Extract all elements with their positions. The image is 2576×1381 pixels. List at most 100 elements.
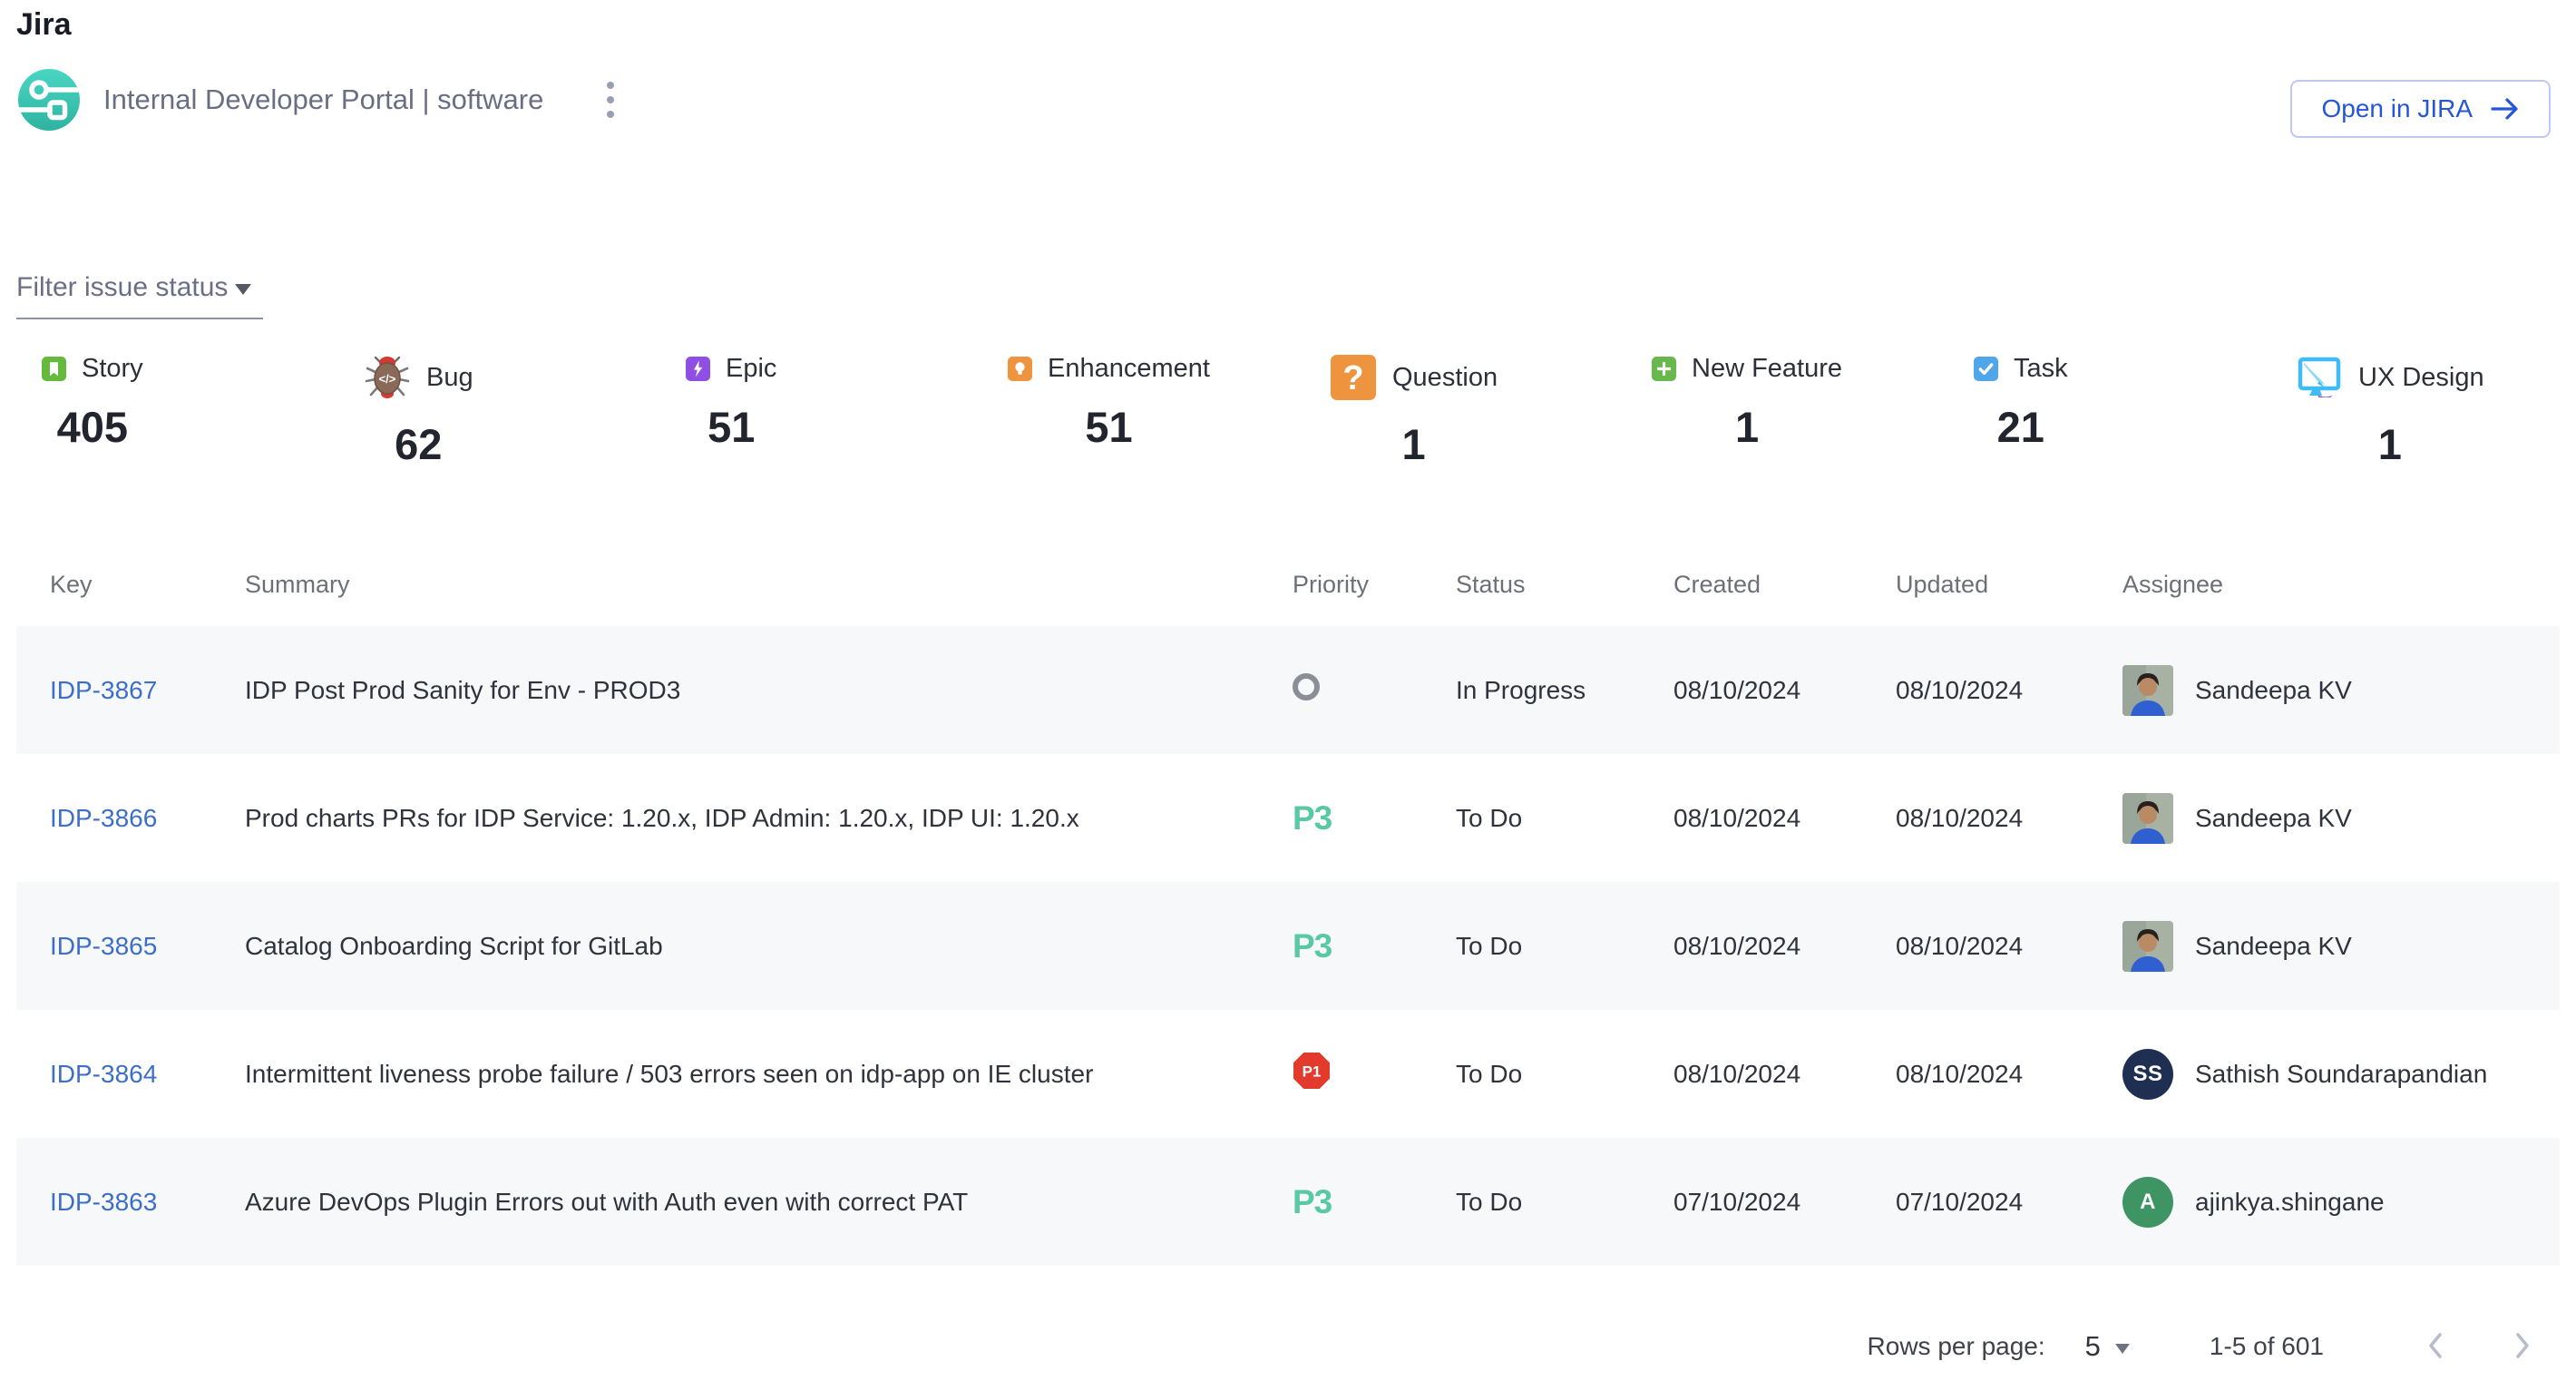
table-header-row: Key Summary Priority Status Created Upda…: [16, 543, 2560, 626]
issue-created-date: 08/10/2024: [1673, 804, 1896, 833]
issue-priority-cell: P3 P3: [1293, 1183, 1456, 1221]
counter-task: Task 21: [1932, 354, 2254, 469]
issue-status: To Do: [1456, 1188, 1673, 1217]
counter-count: 51: [1008, 402, 1210, 452]
rows-per-page-label: Rows per page:: [1868, 1332, 2045, 1361]
issue-updated-date: 08/10/2024: [1896, 676, 2122, 705]
kebab-menu-icon[interactable]: [594, 73, 627, 127]
assignee-cell: Sandeepa KV: [2122, 921, 2560, 972]
issue-priority-cell: P3 P3: [1293, 799, 1456, 837]
issues-table: Key Summary Priority Status Created Upda…: [16, 543, 2560, 1266]
arrow-right-icon: [2491, 97, 2520, 121]
project-header: Internal Developer Portal | software: [18, 69, 627, 131]
no-priority-ring-icon: [1293, 673, 1320, 700]
issue-key-link[interactable]: IDP-3866: [50, 804, 157, 832]
issue-created-date: 08/10/2024: [1673, 1060, 1896, 1089]
avatar: [2122, 921, 2173, 972]
counter-label: Story: [82, 354, 143, 384]
caret-down-icon: [235, 284, 251, 295]
issue-updated-date: 07/10/2024: [1896, 1188, 2122, 1217]
issue-status: In Progress: [1456, 676, 1673, 705]
issue-priority-cell: P3 P3: [1293, 927, 1456, 965]
table-row: IDP-3863 Azure DevOps Plugin Errors out …: [16, 1138, 2560, 1266]
story-icon: [42, 357, 66, 381]
epic-icon: [686, 357, 710, 381]
assignee-cell: Sandeepa KV: [2122, 665, 2560, 716]
avatar: [2122, 793, 2173, 844]
counter-enhancement: Enhancement 51: [966, 354, 1288, 469]
assignee-cell: Sandeepa KV: [2122, 793, 2560, 844]
filter-issue-status-label: Filter issue status: [16, 272, 228, 303]
table-row: IDP-3867 IDP Post Prod Sanity for Env - …: [16, 626, 2560, 754]
counter-count: 51: [686, 402, 776, 452]
rows-per-page-value: 5: [2085, 1330, 2101, 1363]
page-title: Jira: [16, 7, 72, 43]
table-body: IDP-3867 IDP Post Prod Sanity for Env - …: [16, 626, 2560, 1266]
assignee-name: Sandeepa KV: [2195, 676, 2352, 705]
project-name: Internal Developer Portal | software: [103, 83, 543, 116]
counter-ux-design: UX Design 1: [2254, 354, 2576, 469]
counter-bug: </> Bug 62: [322, 354, 644, 469]
issue-key-link[interactable]: IDP-3867: [50, 676, 157, 704]
issue-summary: Intermittent liveness probe failure / 50…: [245, 1060, 1293, 1089]
counter-count: 405: [42, 402, 143, 452]
column-header-summary: Summary: [245, 571, 1293, 599]
jira-project-avatar-icon: [18, 69, 80, 131]
p1-priority-icon: P1: [1293, 1052, 1331, 1090]
column-header-priority: Priority: [1293, 571, 1456, 599]
issue-key-link[interactable]: IDP-3863: [50, 1188, 157, 1216]
chevron-left-icon[interactable]: [2418, 1325, 2453, 1369]
bug-icon: </>: [364, 354, 411, 401]
counter-epic: Epic 51: [644, 354, 966, 469]
issue-key-link[interactable]: IDP-3865: [50, 932, 157, 960]
chevron-right-icon[interactable]: [2505, 1325, 2540, 1369]
issue-created-date: 08/10/2024: [1673, 932, 1896, 961]
new-feature-icon: [1652, 357, 1676, 381]
open-in-jira-button[interactable]: Open in JIRA: [2290, 80, 2551, 138]
issue-type-counters: Story 405 </>: [0, 354, 2576, 469]
column-header-status: Status: [1456, 571, 1673, 599]
pagination-bar: Rows per page: 5 1-5 of 601: [1868, 1317, 2540, 1376]
counter-count: 1: [1330, 419, 1498, 469]
table-row: IDP-3864 Intermittent liveness probe fai…: [16, 1010, 2560, 1138]
issue-priority-cell: P1 P1: [1293, 1052, 1456, 1096]
issue-priority-cell: [1293, 673, 1456, 707]
question-icon: ?: [1330, 354, 1377, 401]
counter-count: 21: [1974, 402, 2068, 452]
counter-label: Enhancement: [1048, 354, 1210, 384]
rows-per-page-select[interactable]: 5: [2080, 1325, 2135, 1368]
table-row: IDP-3865 Catalog Onboarding Script for G…: [16, 882, 2560, 1010]
issue-created-date: 07/10/2024: [1673, 1188, 1896, 1217]
p3-priority-icon: P3: [1293, 799, 1332, 837]
p3-priority-icon: P3: [1293, 1183, 1332, 1220]
ux-design-icon: [2296, 354, 2343, 401]
avatar: [2122, 665, 2173, 716]
open-in-jira-label: Open in JIRA: [2321, 94, 2473, 123]
svg-text:?: ?: [1342, 359, 1363, 397]
counter-label: Epic: [726, 354, 776, 384]
counter-label: New Feature: [1692, 354, 1842, 384]
task-icon: [1974, 357, 1998, 381]
counter-label: Question: [1392, 363, 1498, 393]
avatar: SS: [2122, 1049, 2173, 1100]
counter-label: Bug: [426, 363, 473, 393]
issue-key-link[interactable]: IDP-3864: [50, 1060, 157, 1088]
assignee-name: Sandeepa KV: [2195, 932, 2352, 961]
column-header-key: Key: [50, 571, 245, 599]
table-row: IDP-3866 Prod charts PRs for IDP Service…: [16, 754, 2560, 882]
enhancement-icon: [1008, 357, 1032, 381]
filter-issue-status-select[interactable]: Filter issue status: [16, 272, 263, 319]
issue-summary: IDP Post Prod Sanity for Env - PROD3: [245, 676, 1293, 705]
issue-updated-date: 08/10/2024: [1896, 804, 2122, 833]
caret-down-icon: [2115, 1344, 2130, 1354]
counter-label: UX Design: [2358, 363, 2484, 393]
counter-count: 1: [1652, 402, 1842, 452]
column-header-created: Created: [1673, 571, 1896, 599]
counter-count: 1: [2296, 419, 2484, 469]
svg-text:P1: P1: [1303, 1063, 1322, 1081]
issue-updated-date: 08/10/2024: [1896, 932, 2122, 961]
assignee-name: ajinkya.shingane: [2195, 1188, 2385, 1217]
assignee-name: Sathish Soundarapandian: [2195, 1060, 2487, 1089]
counter-question: ? Question 1: [1288, 354, 1610, 469]
assignee-name: Sandeepa KV: [2195, 804, 2352, 833]
